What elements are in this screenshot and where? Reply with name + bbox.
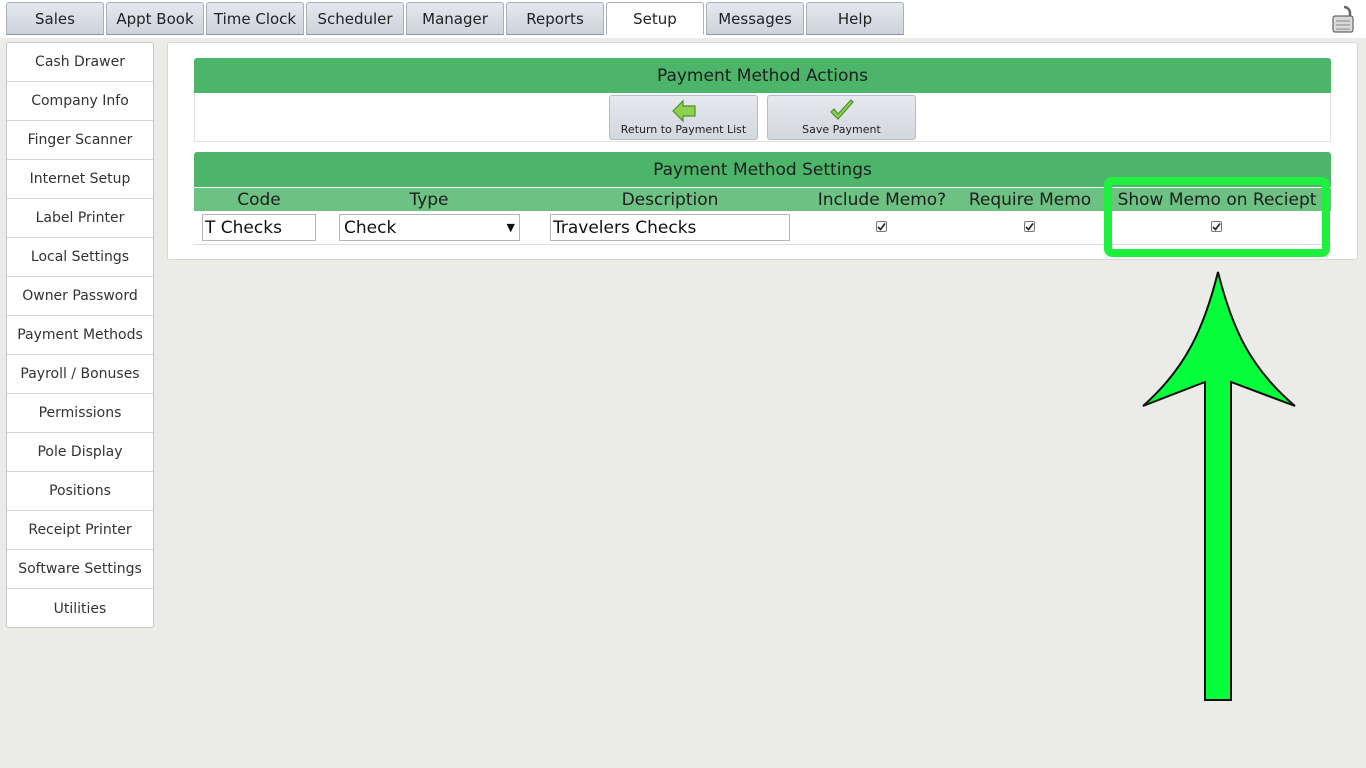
checkmark-icon — [1212, 223, 1221, 231]
dropdown-arrow-icon: ▼ — [506, 221, 515, 234]
actions-header: Payment Method Actions — [194, 58, 1331, 93]
type-select-value: Check — [344, 217, 397, 238]
column-show-memo: Show Memo on Reciept — [1117, 189, 1317, 210]
settings-header: Payment Method Settings — [194, 152, 1331, 187]
tab-time-clock[interactable]: Time Clock — [206, 2, 304, 35]
sidebar-item-owner-password[interactable]: Owner Password — [7, 277, 153, 316]
sidebar-item-company-info[interactable]: Company Info — [7, 82, 153, 121]
sidebar-item-payment-methods[interactable]: Payment Methods — [7, 316, 153, 355]
checkmark-icon — [877, 223, 886, 231]
settings-row: Check ▼ — [194, 211, 1331, 245]
sidebar-item-internet-setup[interactable]: Internet Setup — [7, 160, 153, 199]
tab-help[interactable]: Help — [806, 2, 904, 35]
description-input[interactable] — [550, 214, 790, 241]
save-button-label: Save Payment — [802, 123, 881, 136]
tab-messages[interactable]: Messages — [706, 2, 804, 35]
sidebar-item-pole-display[interactable]: Pole Display — [7, 433, 153, 472]
sidebar-item-software-settings[interactable]: Software Settings — [7, 550, 153, 589]
type-select[interactable]: Check ▼ — [339, 214, 520, 241]
checkmark-icon — [1025, 223, 1034, 231]
sidebar-item-cash-drawer[interactable]: Cash Drawer — [7, 43, 153, 82]
tab-reports[interactable]: Reports — [506, 2, 604, 35]
sidebar-item-utilities[interactable]: Utilities — [7, 589, 153, 628]
padlock-icon[interactable] — [1330, 4, 1358, 34]
up-arrow-annotation — [1142, 271, 1296, 701]
column-include-memo: Include Memo? — [817, 189, 947, 210]
checkmark-icon — [829, 99, 854, 120]
require-memo-checkbox[interactable] — [1024, 221, 1035, 232]
sidebar-item-payroll-bonuses[interactable]: Payroll / Bonuses — [7, 355, 153, 394]
show-memo-checkbox[interactable] — [1211, 221, 1222, 232]
column-description: Description — [621, 189, 719, 210]
tab-appt-book[interactable]: Appt Book — [106, 2, 204, 35]
setup-sidebar: Cash Drawer Company Info Finger Scanner … — [6, 42, 154, 628]
main-tabs: Sales Appt Book Time Clock Scheduler Man… — [6, 2, 906, 35]
return-button-label: Return to Payment List — [620, 123, 747, 136]
sidebar-item-permissions[interactable]: Permissions — [7, 394, 153, 433]
code-input[interactable] — [202, 214, 316, 241]
include-memo-checkbox[interactable] — [876, 221, 887, 232]
tab-sales[interactable]: Sales — [6, 2, 104, 35]
tab-setup[interactable]: Setup — [606, 2, 704, 35]
sidebar-item-receipt-printer[interactable]: Receipt Printer — [7, 511, 153, 550]
column-type: Type — [409, 189, 449, 210]
return-to-payment-list-button[interactable]: Return to Payment List — [609, 95, 758, 140]
save-payment-button[interactable]: Save Payment — [767, 95, 916, 140]
column-require-memo: Require Memo — [968, 189, 1092, 210]
actions-body — [194, 93, 1331, 142]
tab-scheduler[interactable]: Scheduler — [306, 2, 404, 35]
tab-manager[interactable]: Manager — [406, 2, 504, 35]
back-arrow-icon — [671, 99, 696, 123]
sidebar-item-local-settings[interactable]: Local Settings — [7, 238, 153, 277]
settings-column-headers: Code Type Description Include Memo? Requ… — [194, 188, 1331, 211]
sidebar-item-label-printer[interactable]: Label Printer — [7, 199, 153, 238]
sidebar-item-positions[interactable]: Positions — [7, 472, 153, 511]
column-code: Code — [237, 189, 281, 210]
sidebar-item-finger-scanner[interactable]: Finger Scanner — [7, 121, 153, 160]
top-nav-bar: Sales Appt Book Time Clock Scheduler Man… — [0, 0, 1366, 38]
